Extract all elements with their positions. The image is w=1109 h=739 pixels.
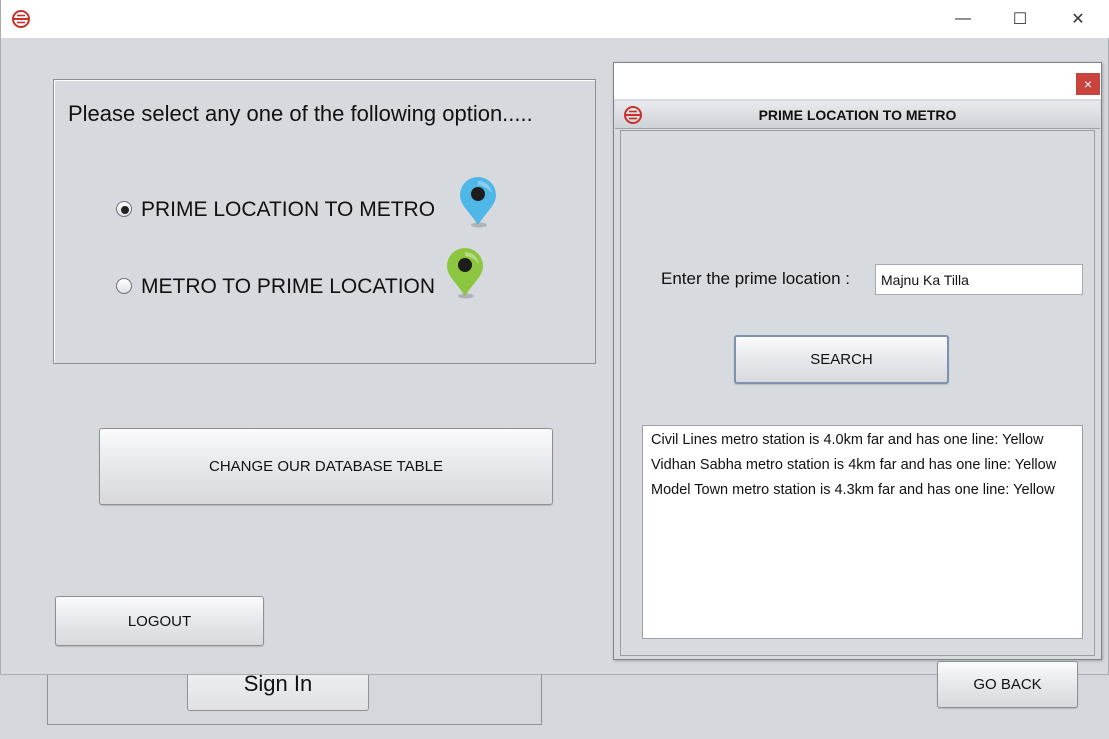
go-back-button[interactable]: GO BACK	[937, 661, 1078, 708]
logout-button[interactable]: LOGOUT	[55, 596, 264, 646]
title-bar: — ☐ ✕	[1, 0, 1109, 38]
dialog-header: PRIME LOCATION TO METRO	[615, 101, 1100, 129]
close-icon: ✕	[1071, 11, 1085, 28]
minimize-button[interactable]: —	[934, 0, 992, 38]
result-item: Model Town metro station is 4.3km far an…	[651, 482, 1055, 498]
metro-logo-icon	[624, 106, 642, 124]
option-prompt: Please select any one of the following o…	[68, 101, 533, 126]
dialog-top-bar	[614, 63, 1101, 99]
option-label-metro-to-prime[interactable]: METRO TO PRIME LOCATION	[141, 275, 435, 299]
result-item: Civil Lines metro station is 4.0km far a…	[651, 432, 1044, 448]
minimize-icon: —	[955, 10, 971, 27]
radio-metro-to-prime[interactable]	[116, 278, 132, 294]
close-icon: ×	[1083, 76, 1093, 92]
close-window-button[interactable]: ✕	[1049, 0, 1107, 38]
option-label-prime-to-metro[interactable]: PRIME LOCATION TO METRO	[141, 198, 435, 222]
prime-location-label: Enter the prime location :	[661, 269, 850, 288]
green-location-pin-icon	[447, 248, 483, 299]
dialog-body: Enter the prime location : Majnu Ka Till…	[620, 130, 1095, 708]
metro-logo-icon	[12, 10, 30, 28]
blue-location-pin-icon	[460, 177, 496, 228]
search-button[interactable]: SEARCH	[734, 335, 949, 384]
radio-selected-dot	[121, 206, 129, 214]
prime-location-dialog: × PRIME LOCATION TO METRO Enter the prim…	[613, 62, 1102, 708]
results-list[interactable]: Civil Lines metro station is 4.0km far a…	[642, 425, 1083, 639]
change-database-button[interactable]: CHANGE OUR DATABASE TABLE	[99, 428, 553, 505]
dialog-title: PRIME LOCATION TO METRO	[758, 107, 957, 123]
radio-prime-to-metro[interactable]	[116, 201, 132, 217]
dialog-close-button[interactable]: ×	[1076, 73, 1100, 95]
maximize-button[interactable]: ☐	[991, 0, 1049, 38]
maximize-icon: ☐	[1012, 11, 1028, 28]
result-item: Vidhan Sabha metro station is 4km far an…	[651, 457, 1057, 473]
prime-location-input[interactable]: Majnu Ka Tilla	[875, 264, 1083, 295]
